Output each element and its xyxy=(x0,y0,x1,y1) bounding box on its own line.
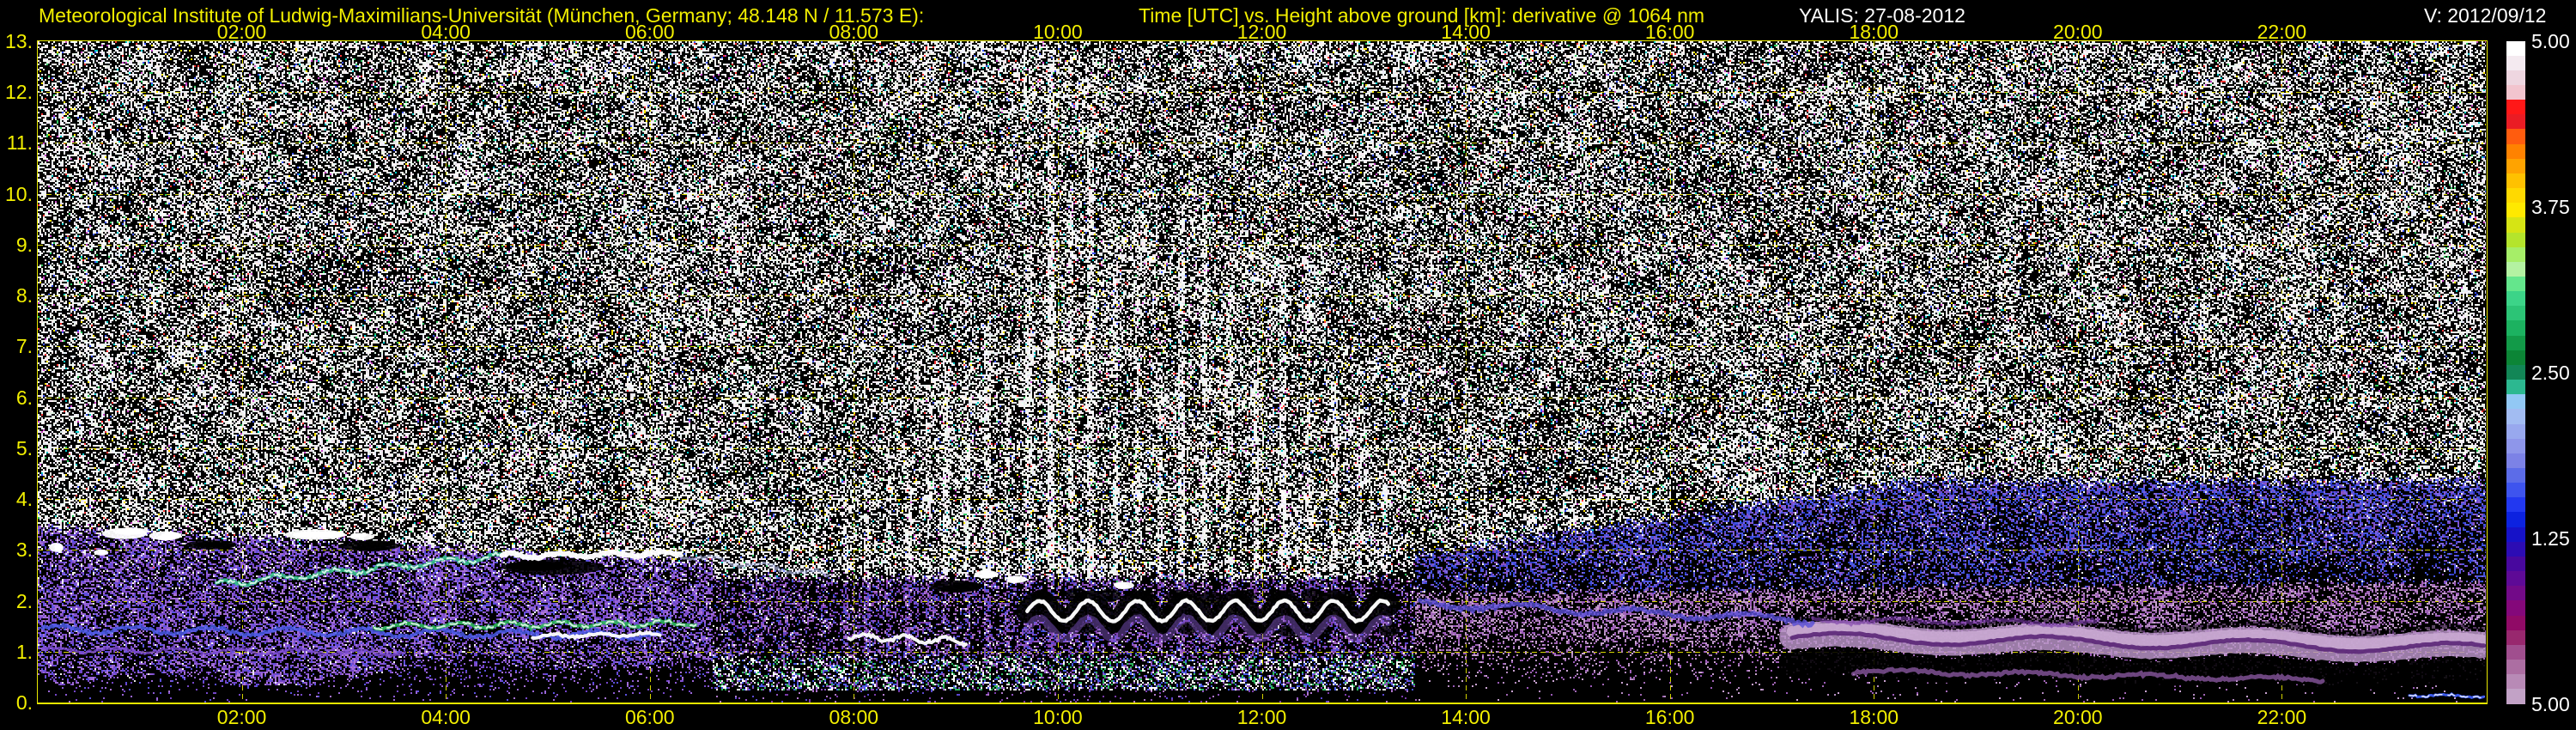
y-tick-label: 13. xyxy=(5,30,33,52)
x-tick-label-bottom: 12:00 xyxy=(1236,706,1287,728)
colorbar-label: 5.00 xyxy=(2531,30,2570,52)
x-tick-label-top: 18:00 xyxy=(1849,21,1899,43)
x-tick-label-bottom: 16:00 xyxy=(1644,706,1695,728)
y-tick-label: 7. xyxy=(15,335,33,358)
colorbar-label: 1.25 xyxy=(2531,527,2570,550)
x-tick-label-bottom: 10:00 xyxy=(1033,706,1083,728)
y-tick-label: 3. xyxy=(15,538,33,562)
x-tick-label-top: 08:00 xyxy=(829,21,879,43)
x-tick-label-top: 10:00 xyxy=(1033,21,1083,43)
x-tick-label-top: 06:00 xyxy=(624,21,675,43)
x-tick-label-top: 22:00 xyxy=(2257,21,2307,43)
y-tick-label: 6. xyxy=(15,386,33,409)
x-tick-label-bottom: 20:00 xyxy=(2053,706,2103,728)
y-tick-label: 11. xyxy=(6,131,33,155)
institute-title: Meteorological Institute of Ludwig-Maxim… xyxy=(39,4,925,27)
x-tick-label-top: 14:00 xyxy=(1441,21,1491,43)
version-label: V: 2012/09/12 xyxy=(2424,4,2547,27)
x-tick-label-top: 02:00 xyxy=(216,21,267,43)
y-tick-label: 4. xyxy=(15,488,33,511)
x-tick-label-bottom: 22:00 xyxy=(2257,706,2307,728)
y-tick-label: 12. xyxy=(5,81,33,104)
y-tick-label: 2. xyxy=(15,589,33,612)
y-tick-label: 9. xyxy=(15,233,33,256)
y-tick-label: 0. xyxy=(15,691,33,714)
x-tick-label-bottom: 18:00 xyxy=(1849,706,1899,728)
x-tick-label-bottom: 06:00 xyxy=(624,706,675,728)
x-tick-label-top: 04:00 xyxy=(421,21,471,43)
plot-title: Time [UTC] vs. Height above ground [km]:… xyxy=(1139,4,1705,27)
y-tick-label: 5. xyxy=(15,436,33,459)
y-tick-label: 8. xyxy=(15,284,33,307)
x-tick-label-bottom: 04:00 xyxy=(421,706,471,728)
colorbar-label: 5.00 xyxy=(2531,693,2570,715)
y-tick-label: 10. xyxy=(5,182,33,205)
x-tick-label-top: 12:00 xyxy=(1236,21,1287,43)
colorbar-label: 3.75 xyxy=(2531,196,2570,218)
plot-canvas xyxy=(38,41,2486,703)
x-tick-label-bottom: 14:00 xyxy=(1441,706,1491,728)
page: Meteorological Institute of Ludwig-Maxim… xyxy=(0,0,2576,730)
colorbar-label: 2.50 xyxy=(2531,362,2570,384)
x-tick-label-top: 20:00 xyxy=(2053,21,2103,43)
x-tick-label-bottom: 08:00 xyxy=(829,706,879,728)
x-tick-label-bottom: 02:00 xyxy=(216,706,267,728)
x-tick-label-top: 16:00 xyxy=(1644,21,1695,43)
y-tick-label: 1. xyxy=(15,640,33,663)
colorbar-canvas xyxy=(2506,41,2525,704)
